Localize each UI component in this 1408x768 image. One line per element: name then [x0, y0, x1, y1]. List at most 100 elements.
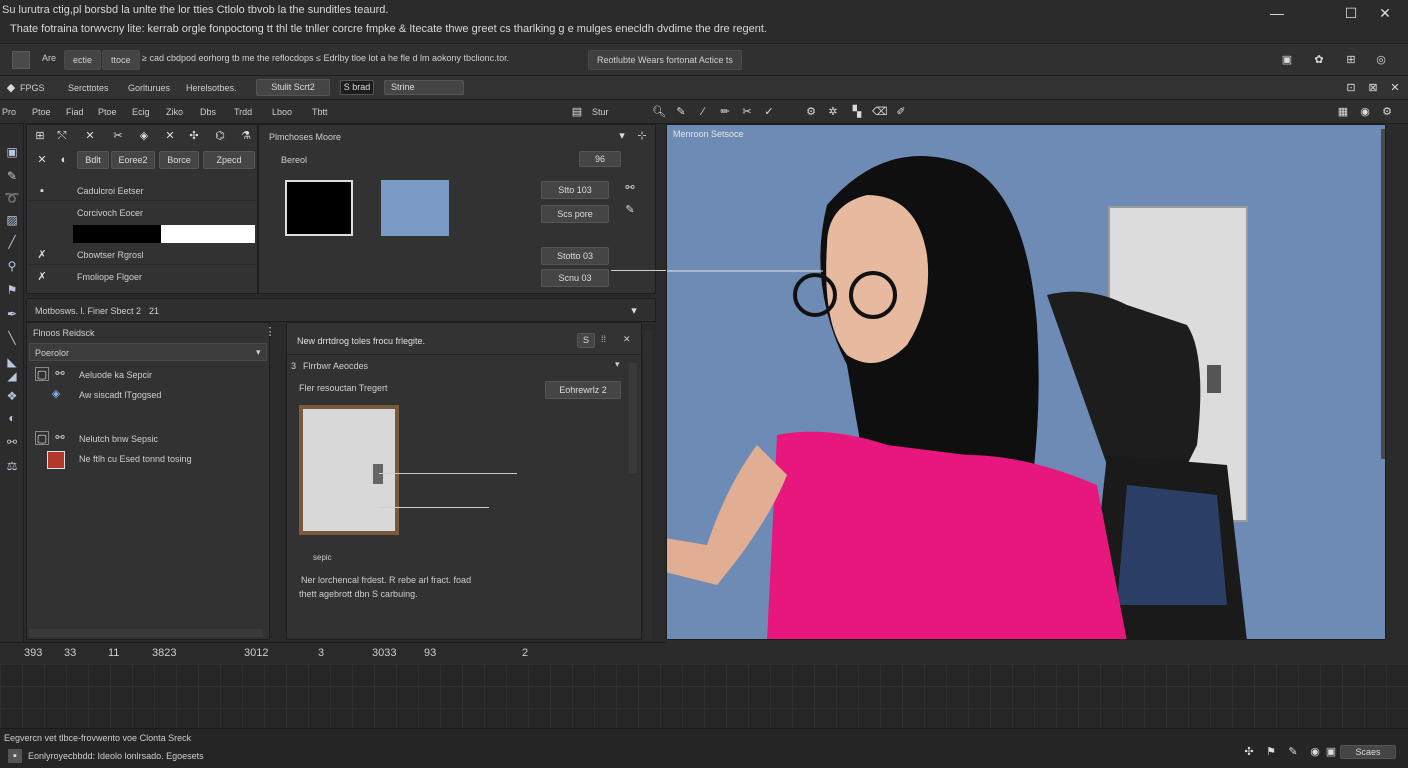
layer-row[interactable]: ▪ Cadulcroi Eetser	[29, 181, 257, 201]
layer-row[interactable]: ✗ Fmoliope Flgoer	[29, 267, 257, 287]
edit-icon[interactable]: ✎	[623, 203, 637, 217]
minimize-button[interactable]: —	[1266, 4, 1288, 22]
opacity-icon[interactable]: ◐	[57, 153, 71, 167]
smudge-icon[interactable]: ✐	[894, 105, 908, 119]
close-icon[interactable]: ✕	[623, 334, 631, 345]
move-icon[interactable]: ⊞	[33, 129, 47, 143]
menu-are[interactable]: Are	[42, 53, 56, 63]
prop-item[interactable]: Aeluode ka Sepcir	[79, 370, 152, 380]
x-icon[interactable]: ✕	[35, 153, 49, 167]
clone-tool-icon[interactable]: ❖	[4, 388, 20, 404]
pen-icon[interactable]: ✎	[674, 105, 688, 119]
pen-tool-icon[interactable]: ✒	[4, 306, 20, 322]
cut-icon[interactable]: ✂	[740, 105, 754, 119]
tool-icon[interactable]: ✣	[1242, 745, 1256, 759]
tab-bdlt[interactable]: Bdlt	[77, 151, 109, 169]
cog-icon[interactable]: ✲	[826, 105, 840, 119]
gear-icon[interactable]: ⚙	[804, 105, 818, 119]
save-icon[interactable]: ▣	[1280, 53, 1294, 67]
paint-icon[interactable]: ✣	[187, 129, 201, 143]
tab-gorlturues[interactable]: Gorlturues	[128, 83, 170, 93]
expand-icon[interactable]: ⊠	[1366, 81, 1380, 95]
swatch-btn-1[interactable]: Stto 103	[541, 181, 609, 199]
swatch-btn-4[interactable]: Scnu 03	[541, 269, 609, 287]
pencil-icon[interactable]: ✏	[718, 105, 732, 119]
brush-tool-icon[interactable]: ✎	[4, 168, 20, 184]
tab-sercttotes[interactable]: Sercttotes	[68, 83, 109, 93]
search-label[interactable]: Stur	[592, 107, 609, 117]
layer-row[interactable]: ✗ Cbowtser Rgrosl	[29, 245, 257, 265]
chevron-down-icon[interactable]: ▾	[615, 359, 620, 370]
photo-tool-icon[interactable]: ▨	[4, 212, 20, 228]
status-right[interactable]: Scaes	[1340, 745, 1396, 759]
viewport-scrollbar[interactable]	[1381, 129, 1385, 459]
xfrm-icon[interactable]: ✕	[163, 129, 177, 143]
grid-icon[interactable]: ▣	[1324, 745, 1338, 759]
help-icon[interactable]: ◎	[1374, 53, 1388, 67]
row3-item[interactable]: Ziko	[166, 107, 183, 117]
erase-icon[interactable]: ⌫	[872, 105, 888, 119]
h-scrollbar[interactable]	[29, 629, 263, 637]
menu-ttoce[interactable]: ttoce	[102, 50, 140, 70]
scissors-icon[interactable]: ✂	[111, 129, 125, 143]
mask-tool-icon[interactable]: ◐	[4, 410, 20, 426]
zoom-icon[interactable]: 🔍︎	[652, 105, 666, 119]
close-panel-icon[interactable]: ✕	[1388, 81, 1402, 95]
grid-icon[interactable]: ⁞⁞	[601, 334, 606, 344]
v-scrollbar[interactable]	[629, 363, 637, 473]
tab-borce[interactable]: Borce	[159, 151, 199, 169]
fill-icon[interactable]: ⚗	[239, 129, 253, 143]
brush-icon[interactable]: ∕	[696, 105, 710, 119]
panel-icon[interactable]: ▦	[1336, 105, 1350, 119]
door-thumbnail[interactable]	[299, 405, 399, 535]
frame-btn[interactable]: Eohrewrlz 2	[545, 381, 621, 399]
tab-herelsotbes[interactable]: Herelsotbes.	[186, 83, 237, 93]
cross-icon[interactable]: ✕	[83, 129, 97, 143]
layer-row[interactable]: Corcivoch Eocer	[29, 203, 257, 223]
more-icon[interactable]: ⋮	[263, 325, 277, 339]
v-scrollbar-outer[interactable]	[644, 330, 652, 640]
brad-button[interactable]: S brad	[340, 80, 374, 95]
pen-icon[interactable]: ✎	[1286, 745, 1300, 759]
image-tool-icon[interactable]: ▣	[4, 144, 20, 160]
row3-item[interactable]: Pro	[2, 107, 16, 117]
dropdown-icon[interactable]: ▾	[615, 129, 629, 143]
canvas-viewport[interactable]: Menroon Setsoce	[666, 124, 1386, 640]
maximize-button[interactable]: ☐	[1340, 4, 1362, 22]
tab-fpgs[interactable]: FPGS	[20, 83, 45, 93]
red-swatch[interactable]	[47, 451, 65, 469]
foreground-swatch[interactable]	[285, 180, 353, 236]
tag-icon[interactable]: ⌬	[213, 129, 227, 143]
row3-item[interactable]: Tbtt	[312, 107, 328, 117]
cube-icon[interactable]: ◈	[137, 129, 151, 143]
tab-zpecd[interactable]: Zpecd	[203, 151, 255, 169]
close-button[interactable]: ✕	[1374, 4, 1396, 22]
home-icon[interactable]: ◆	[4, 81, 18, 95]
prop-item[interactable]: Aw siscadt lTgogsed	[79, 390, 161, 400]
row3-item[interactable]: Ptoe	[32, 107, 51, 117]
transform-icon[interactable]: ⤲	[55, 129, 69, 143]
wand-tool-icon[interactable]: ⚯	[4, 434, 20, 450]
row3-item[interactable]: Fiad	[66, 107, 84, 117]
swatch-btn-3[interactable]: Stotto 03	[541, 247, 609, 265]
layer-icon[interactable]: ▚	[850, 105, 864, 119]
frame-num[interactable]: S	[577, 333, 595, 348]
prop-tab[interactable]: Motbosws. l. Finer Sbect 2	[35, 306, 141, 316]
visibility-icon[interactable]: ✗	[35, 270, 49, 284]
settings-icon[interactable]: ✿	[1312, 53, 1326, 67]
blend-tool-icon[interactable]: ◢	[4, 368, 20, 384]
pin-tool-icon[interactable]: ⚑	[4, 282, 20, 298]
app-icon[interactable]	[12, 51, 30, 69]
lasso-tool-icon[interactable]: ➰	[4, 190, 20, 206]
stulit-button[interactable]: Stulit Scrt2	[256, 79, 330, 96]
prop-item[interactable]: Nelutch bnw Sepsic	[79, 434, 158, 444]
row3-item[interactable]: Trdd	[234, 107, 252, 117]
link-icon[interactable]: ⚯	[623, 181, 637, 195]
grid-icon[interactable]: ▤	[570, 105, 584, 119]
blade-tool-icon[interactable]: ╲	[4, 330, 20, 346]
visibility-icon[interactable]: ✗	[35, 248, 49, 262]
eye-icon[interactable]: ◉	[1308, 745, 1322, 759]
scale-tool-icon[interactable]: ⚖	[4, 458, 20, 474]
swatch-btn-2[interactable]: Scs pore	[541, 205, 609, 223]
collapse-icon[interactable]: ▾	[627, 304, 641, 318]
